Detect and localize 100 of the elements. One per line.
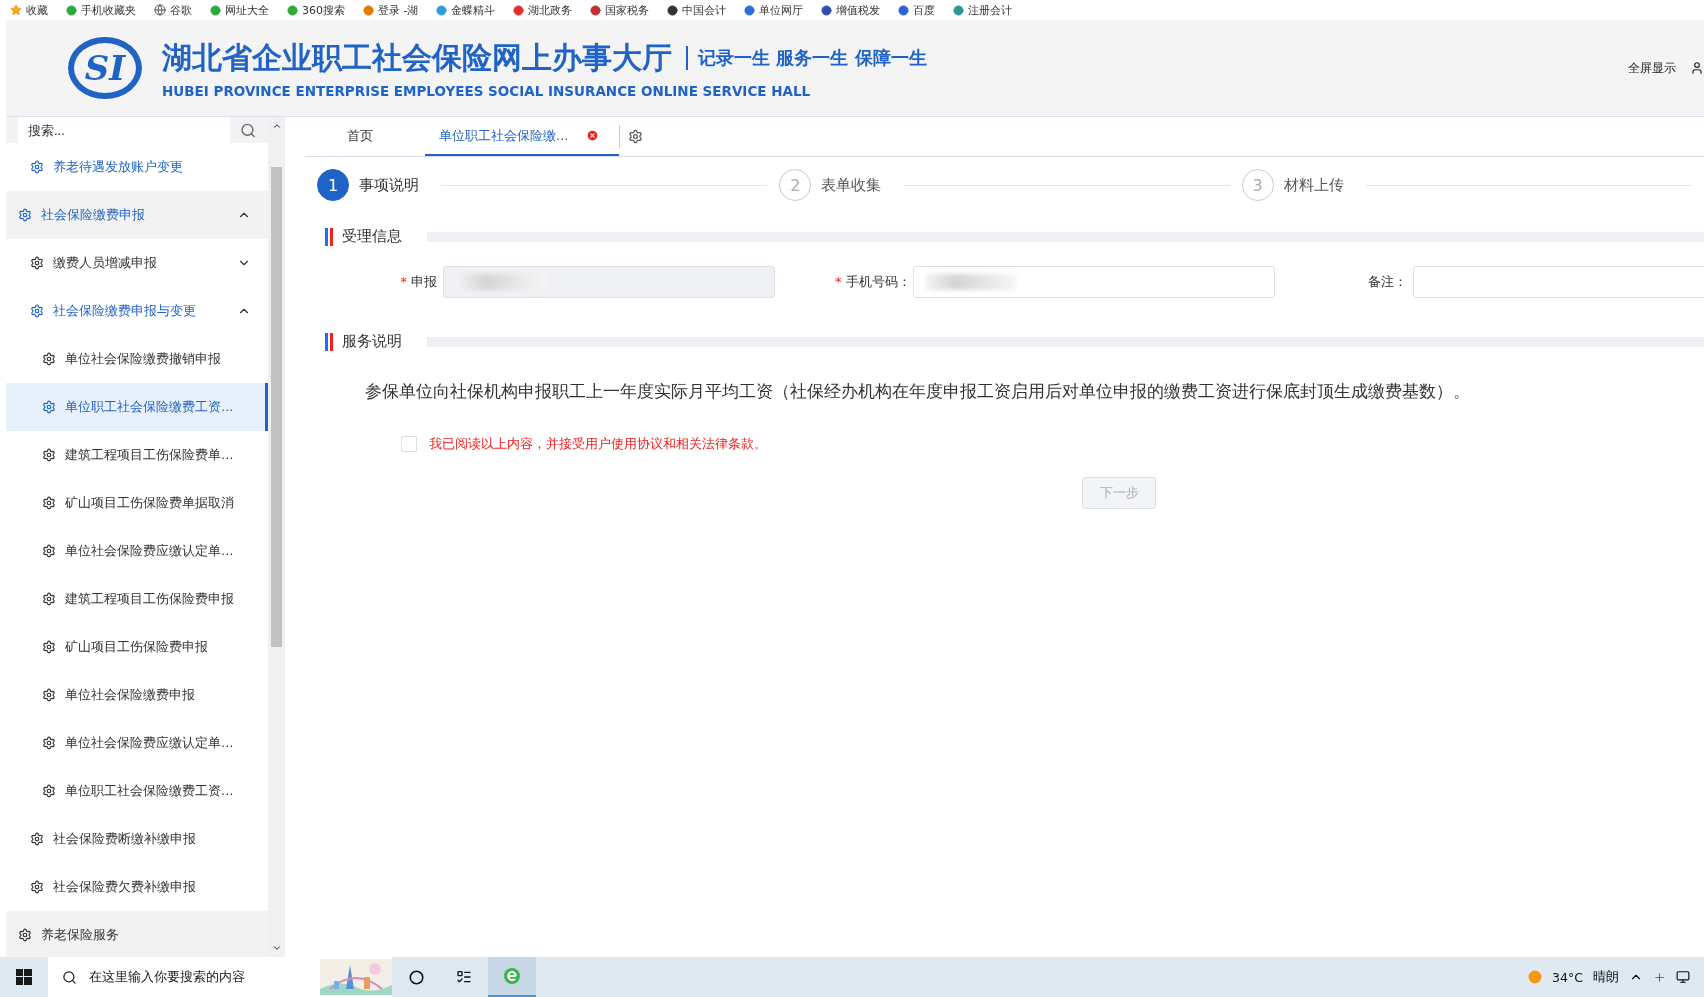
sidebar-item[interactable]: 社会保险费断缴补缴申报: [6, 815, 268, 863]
sidebar-item-label: 养老待遇发放账户变更: [53, 158, 184, 176]
site-icon: [287, 4, 298, 16]
bookmark[interactable]: 单位网厅: [744, 2, 804, 18]
network-icon[interactable]: [1676, 970, 1690, 984]
sidebar-item[interactable]: 建筑工程项目工伤保险费单...: [6, 431, 268, 479]
section-marker: [325, 332, 333, 351]
step-number: 1: [317, 169, 349, 201]
bookmark[interactable]: 国家税务: [590, 2, 650, 18]
sidebar-item-label: 矿山项目工伤保险费单据取消: [65, 494, 235, 512]
bookmark[interactable]: 网址大全: [210, 2, 269, 18]
bookmark[interactable]: 中国会计: [667, 2, 727, 18]
bookmark[interactable]: 谷歌: [154, 2, 192, 18]
site-icon: [66, 4, 77, 16]
sidebar-item[interactable]: 矿山项目工伤保险费单据取消: [6, 479, 268, 527]
windows-icon[interactable]: [16, 969, 32, 985]
site-icon: [590, 4, 602, 16]
site-icon: [898, 4, 910, 16]
step-number: 2: [779, 169, 812, 201]
input-field[interactable]: [913, 266, 1275, 298]
step-label: 事项说明: [359, 175, 419, 195]
taskbar-search-field[interactable]: 在这里输入你要搜索的内容: [48, 957, 392, 997]
scroll-up-icon[interactable]: [271, 121, 282, 131]
search-field[interactable]: 搜索...: [18, 117, 230, 143]
weather-condition: 晴朗: [1593, 968, 1619, 986]
fullscreen-link[interactable]: 全屏显示: [1628, 59, 1676, 77]
step-number: 3: [1241, 169, 1274, 201]
scrollbar-thumb[interactable]: [271, 167, 282, 647]
description-text: 参保单位向社保机构申报职工上一年度实际月平均工资（社保经办机构在年度申报工资启用后对单位申报的缴费工资进行保底封顶生成缴费基数）。: [365, 381, 1471, 403]
settings-icon[interactable]: [628, 129, 643, 144]
required-mark: *: [400, 274, 407, 289]
site-icon: [513, 4, 525, 16]
sidebar-item-label: 社会保险费欠费补缴申报: [53, 878, 197, 896]
sidebar-item-label: 建筑工程项目工伤保险费单...: [65, 446, 235, 464]
step-label: 材料上传: [1283, 175, 1344, 195]
scroll-down-icon[interactable]: [271, 943, 282, 953]
site-icon: [821, 4, 833, 16]
sidebar-item-label: 单位社会保险费应缴认定单...: [65, 734, 235, 752]
user-icon[interactable]: [1690, 61, 1704, 75]
checkbox[interactable]: [401, 436, 417, 452]
bookmark[interactable]: 百度: [898, 2, 936, 18]
sidebar-item[interactable]: 单位社会保险缴费撤销申报: [6, 335, 268, 383]
cortana-icon[interactable]: [408, 969, 424, 985]
field-label: 备注：: [1367, 273, 1407, 291]
site-icon: [667, 4, 679, 16]
bookmark[interactable]: 增值税发: [821, 2, 881, 18]
task-view-icon[interactable]: [456, 969, 472, 985]
site-icon: [436, 4, 448, 16]
slogan: 记录一生 服务一生 保障一生: [686, 46, 927, 70]
required-mark: *: [835, 274, 842, 289]
input-field[interactable]: [1413, 266, 1704, 298]
sidebar-item-label: 建筑工程项目工伤保险费申报: [65, 590, 235, 608]
sidebar-item-label: 单位社会保险缴费撤销申报: [65, 350, 222, 368]
sidebar-item[interactable]: 单位社会保险费应缴认定单...: [6, 527, 268, 575]
sidebar-item[interactable]: 单位社会保险缴费申报: [6, 671, 268, 719]
sidebar-item[interactable]: 社会保险缴费申报与变更: [6, 287, 268, 335]
sun-icon: [1528, 970, 1543, 984]
sidebar-item-label: 养老保险服务: [41, 926, 120, 944]
sidebar-item[interactable]: 缴费人员增减申报: [6, 239, 268, 287]
sidebar-item[interactable]: 单位职工社会保险缴费工资...: [6, 383, 268, 431]
site-icon: [363, 4, 374, 16]
sidebar-item-label: 矿山项目工伤保险费申报: [65, 638, 209, 656]
sidebar-item[interactable]: 养老待遇发放账户变更: [6, 143, 268, 191]
site-icon: [210, 4, 221, 16]
star-icon: [10, 4, 22, 16]
browser-taskbar-button[interactable]: [488, 957, 536, 997]
sidebar-item-label: 社会保险费断缴补缴申报: [53, 830, 197, 848]
section-title: 受理信息: [342, 227, 402, 246]
sidebar-item[interactable]: 单位社会保险费应缴认定单...: [6, 719, 268, 767]
plus-icon[interactable]: [1653, 970, 1666, 984]
sidebar-item[interactable]: 建筑工程项目工伤保险费申报: [6, 575, 268, 623]
bookmark[interactable]: 登录 -湖: [363, 2, 419, 18]
temperature: 34°C: [1552, 969, 1583, 985]
section-marker: [325, 227, 333, 246]
section-title: 服务说明: [342, 332, 402, 351]
browser-icon: [502, 966, 522, 986]
sidebar-item[interactable]: 单位职工社会保险缴费工资...: [6, 767, 268, 815]
bookmark[interactable]: 手机收藏夹: [66, 2, 136, 18]
bookmark[interactable]: 收藏: [10, 2, 48, 18]
bookmark[interactable]: 湖北政务: [513, 2, 573, 18]
sidebar-item[interactable]: 矿山项目工伤保险费申报: [6, 623, 268, 671]
field-label: * 手机号码：: [835, 273, 907, 291]
globe-icon: [154, 4, 166, 16]
tab[interactable]: 单位职工社会保险缴...: [425, 117, 619, 156]
sidebar-item-label: 单位社会保险费应缴认定单...: [65, 542, 235, 560]
bookmark[interactable]: 360搜索: [287, 2, 345, 18]
site-title: 湖北省企业职工社会保险网上办事大厅: [162, 38, 672, 77]
close-icon[interactable]: [586, 129, 600, 142]
tab[interactable]: 首页: [305, 117, 425, 156]
bookmark[interactable]: 注册会计: [953, 2, 1013, 18]
site-subtitle: HUBEI PROVINCE ENTERPRISE EMPLOYEES SOCIAL INSURANCE ONLINE SERVICE HALL: [162, 82, 812, 99]
agreement-text: 我已阅读以上内容，并接受用户使用协议和相关法律条款。: [429, 435, 767, 453]
sidebar-item-label: 缴费人员增减申报: [53, 254, 158, 272]
sidebar-item-label: 社会保险缴费申报与变更: [53, 302, 197, 320]
field-label: * 申报: [399, 273, 437, 291]
bookmark[interactable]: 金蝶精斗: [436, 2, 496, 18]
sidebar-item-label: 社会保险缴费申报: [41, 206, 146, 224]
search-icon[interactable]: [239, 121, 256, 139]
site-icon: [744, 4, 756, 16]
sidebar-item[interactable]: 社会保险费欠费补缴申报: [6, 863, 268, 911]
